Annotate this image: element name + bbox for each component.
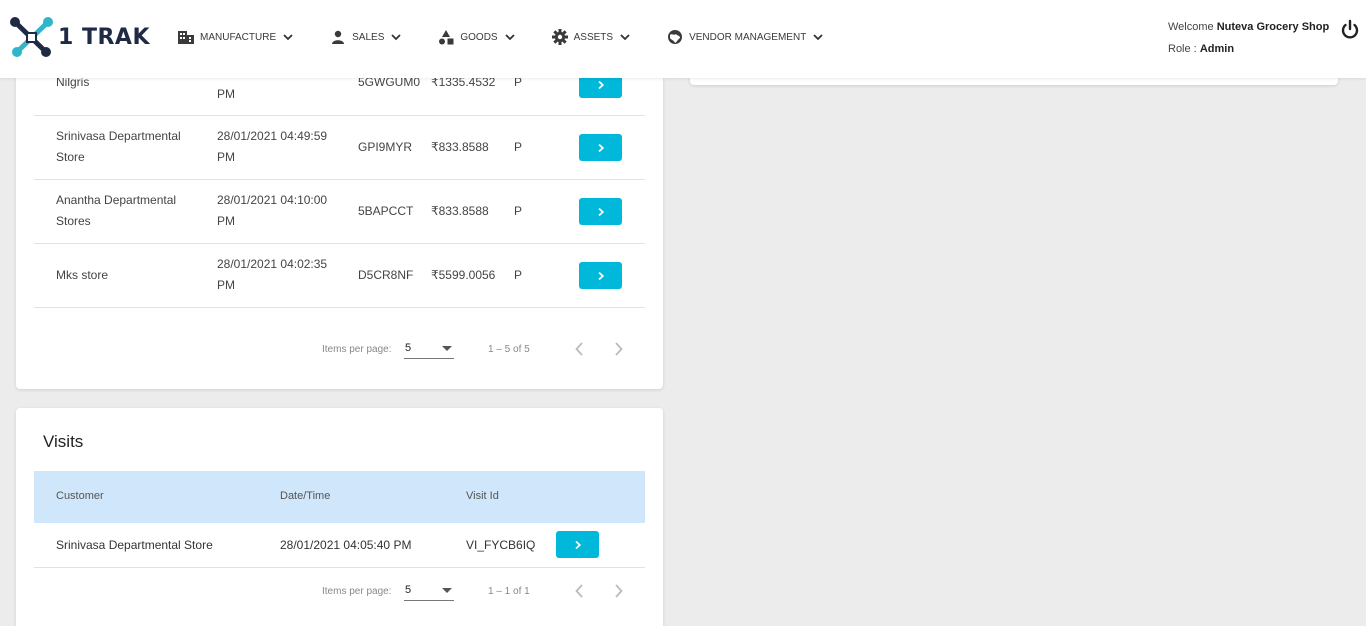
nav-label: MANUFACTURE xyxy=(200,31,277,43)
visits-title: Visits xyxy=(43,432,84,451)
person-icon xyxy=(329,28,347,46)
building-icon xyxy=(177,28,195,46)
chevron-down-icon xyxy=(283,34,293,41)
top-navbar: 1 TRAK MANUFACTURE SALES GOODS ASSETS VE… xyxy=(0,0,1366,78)
order-customer: Anantha Departmental Stores xyxy=(56,193,177,228)
table-row: Srinivasa Departmental Store 28/01/2021 … xyxy=(34,116,645,180)
order-amount: ₹833.8588 xyxy=(431,204,489,218)
chevron-down-icon xyxy=(504,34,515,41)
items-per-page-value: 5 xyxy=(405,342,412,354)
order-customer: Srinivasa Departmental Store xyxy=(56,129,181,164)
user-role: Admin xyxy=(1199,43,1235,55)
dropdown-arrow-icon xyxy=(442,588,452,593)
orders-card: Nilgris PM 5GWGUM0 ₹1335.4532 P Srinivas… xyxy=(16,40,663,389)
next-page-button[interactable] xyxy=(611,583,625,599)
items-per-page-select[interactable]: 5 xyxy=(404,342,454,359)
order-amount: ₹5599.0056 xyxy=(431,268,496,282)
order-status: P xyxy=(514,204,523,218)
user-name: Nuteva Grocery Shop xyxy=(1216,21,1330,33)
items-per-page-label: Items per page: xyxy=(322,344,392,355)
order-customer: Mks store xyxy=(56,268,109,282)
nav-goods[interactable]: GOODS xyxy=(437,28,515,46)
order-id: 5BAPCCT xyxy=(358,204,414,218)
app-logo[interactable]: 1 TRAK xyxy=(8,14,150,60)
nav-label: ASSETS xyxy=(573,31,614,43)
visits-card: Visits Customer Date/Time Visit Id Srini… xyxy=(16,408,663,626)
nav-label: SALES xyxy=(352,31,385,43)
order-id: GPI9MYR xyxy=(358,140,413,154)
items-per-page-select[interactable]: 5 xyxy=(404,584,454,601)
chevron-down-icon xyxy=(813,34,823,41)
view-order-button[interactable] xyxy=(579,262,622,289)
gear-icon xyxy=(551,28,569,46)
order-id: D5CR8NF xyxy=(358,268,414,282)
order-datetime: 28/01/2021 04:10:00 PM xyxy=(217,193,328,228)
view-order-button[interactable] xyxy=(579,198,622,225)
items-per-page-value: 5 xyxy=(405,584,412,596)
page-range: 1 – 5 of 5 xyxy=(488,344,530,355)
nav-vendor-management[interactable]: VENDOR MANAGEMENT xyxy=(666,28,823,46)
chevron-down-icon xyxy=(620,34,630,41)
previous-page-button[interactable] xyxy=(573,583,587,599)
table-header: Customer Date/Time Visit Id xyxy=(34,471,645,523)
visit-customer: Srinivasa Departmental Store xyxy=(56,538,213,552)
view-visit-button[interactable] xyxy=(556,531,599,558)
user-info: Welcome Nuteva Grocery Shop Role : Admin xyxy=(1168,16,1329,60)
nav-sales[interactable]: SALES xyxy=(329,28,402,46)
welcome-label: Welcome xyxy=(1168,21,1214,33)
order-datetime: 28/01/2021 04:02:35 PM xyxy=(217,257,328,292)
globe-icon xyxy=(666,28,684,46)
visit-id: VI_FYCB6IQ xyxy=(466,538,536,552)
role-label: Role : xyxy=(1168,43,1197,55)
power-icon[interactable] xyxy=(1339,19,1361,41)
nav-label: VENDOR MANAGEMENT xyxy=(689,31,807,43)
order-amount: ₹833.8588 xyxy=(431,140,489,154)
dropdown-arrow-icon xyxy=(442,346,452,351)
next-page-button[interactable] xyxy=(611,341,625,357)
shapes-icon xyxy=(437,28,455,46)
order-status: P xyxy=(514,140,523,154)
view-order-button[interactable] xyxy=(579,134,622,161)
previous-page-button[interactable] xyxy=(573,341,587,357)
chevron-right-icon xyxy=(597,80,604,89)
column-header-customer: Customer xyxy=(56,490,104,502)
page-range: 1 – 1 of 1 xyxy=(488,586,530,597)
order-datetime: 28/01/2021 04:49:59 PM xyxy=(217,129,328,164)
items-per-page-label: Items per page: xyxy=(322,586,392,597)
nav-manufacture[interactable]: MANUFACTURE xyxy=(177,28,293,46)
chevron-down-icon xyxy=(391,34,402,41)
order-datetime: PM xyxy=(217,87,235,101)
logo-text: 1 TRAK xyxy=(58,24,150,50)
logo-icon xyxy=(10,17,53,57)
order-status: P xyxy=(514,268,523,282)
table-row: Srinivasa Departmental Store 28/01/2021 … xyxy=(34,523,645,568)
chevron-right-icon xyxy=(574,540,581,549)
main-nav: MANUFACTURE SALES GOODS ASSETS VENDOR MA… xyxy=(177,28,859,46)
nav-assets[interactable]: ASSETS xyxy=(551,28,630,46)
visit-datetime: 28/01/2021 04:05:40 PM xyxy=(280,538,412,552)
table-row: Mks store 28/01/2021 04:02:35 PM D5CR8NF… xyxy=(34,244,645,308)
chevron-right-icon xyxy=(597,207,604,216)
chevron-right-icon xyxy=(597,271,604,280)
chevron-right-icon xyxy=(597,143,604,152)
nav-label: GOODS xyxy=(460,31,498,43)
column-header-visit-id: Visit Id xyxy=(466,490,499,502)
column-header-datetime: Date/Time xyxy=(280,490,331,502)
table-row: Anantha Departmental Stores 28/01/2021 0… xyxy=(34,180,645,244)
